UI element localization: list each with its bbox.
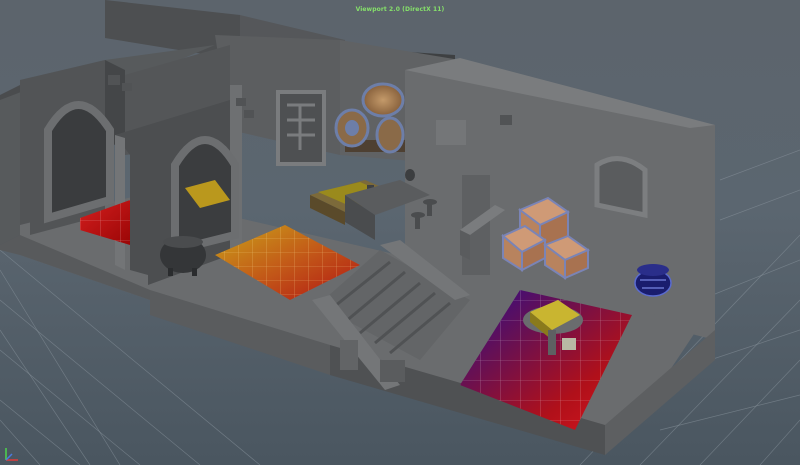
scene-view[interactable] (0, 0, 800, 465)
viewport-renderer-label: Viewport 2.0 (DirectX 11) (355, 6, 445, 13)
axis-z-line (5, 453, 13, 461)
axis-gizmo-icon (5, 448, 18, 461)
wall-window-frame (276, 90, 326, 166)
arched-doorway-left (44, 101, 114, 224)
3d-viewport[interactable]: Viewport 2.0 (DirectX 11) (0, 0, 800, 465)
right-wall-window (594, 156, 648, 219)
pot (634, 264, 672, 297)
